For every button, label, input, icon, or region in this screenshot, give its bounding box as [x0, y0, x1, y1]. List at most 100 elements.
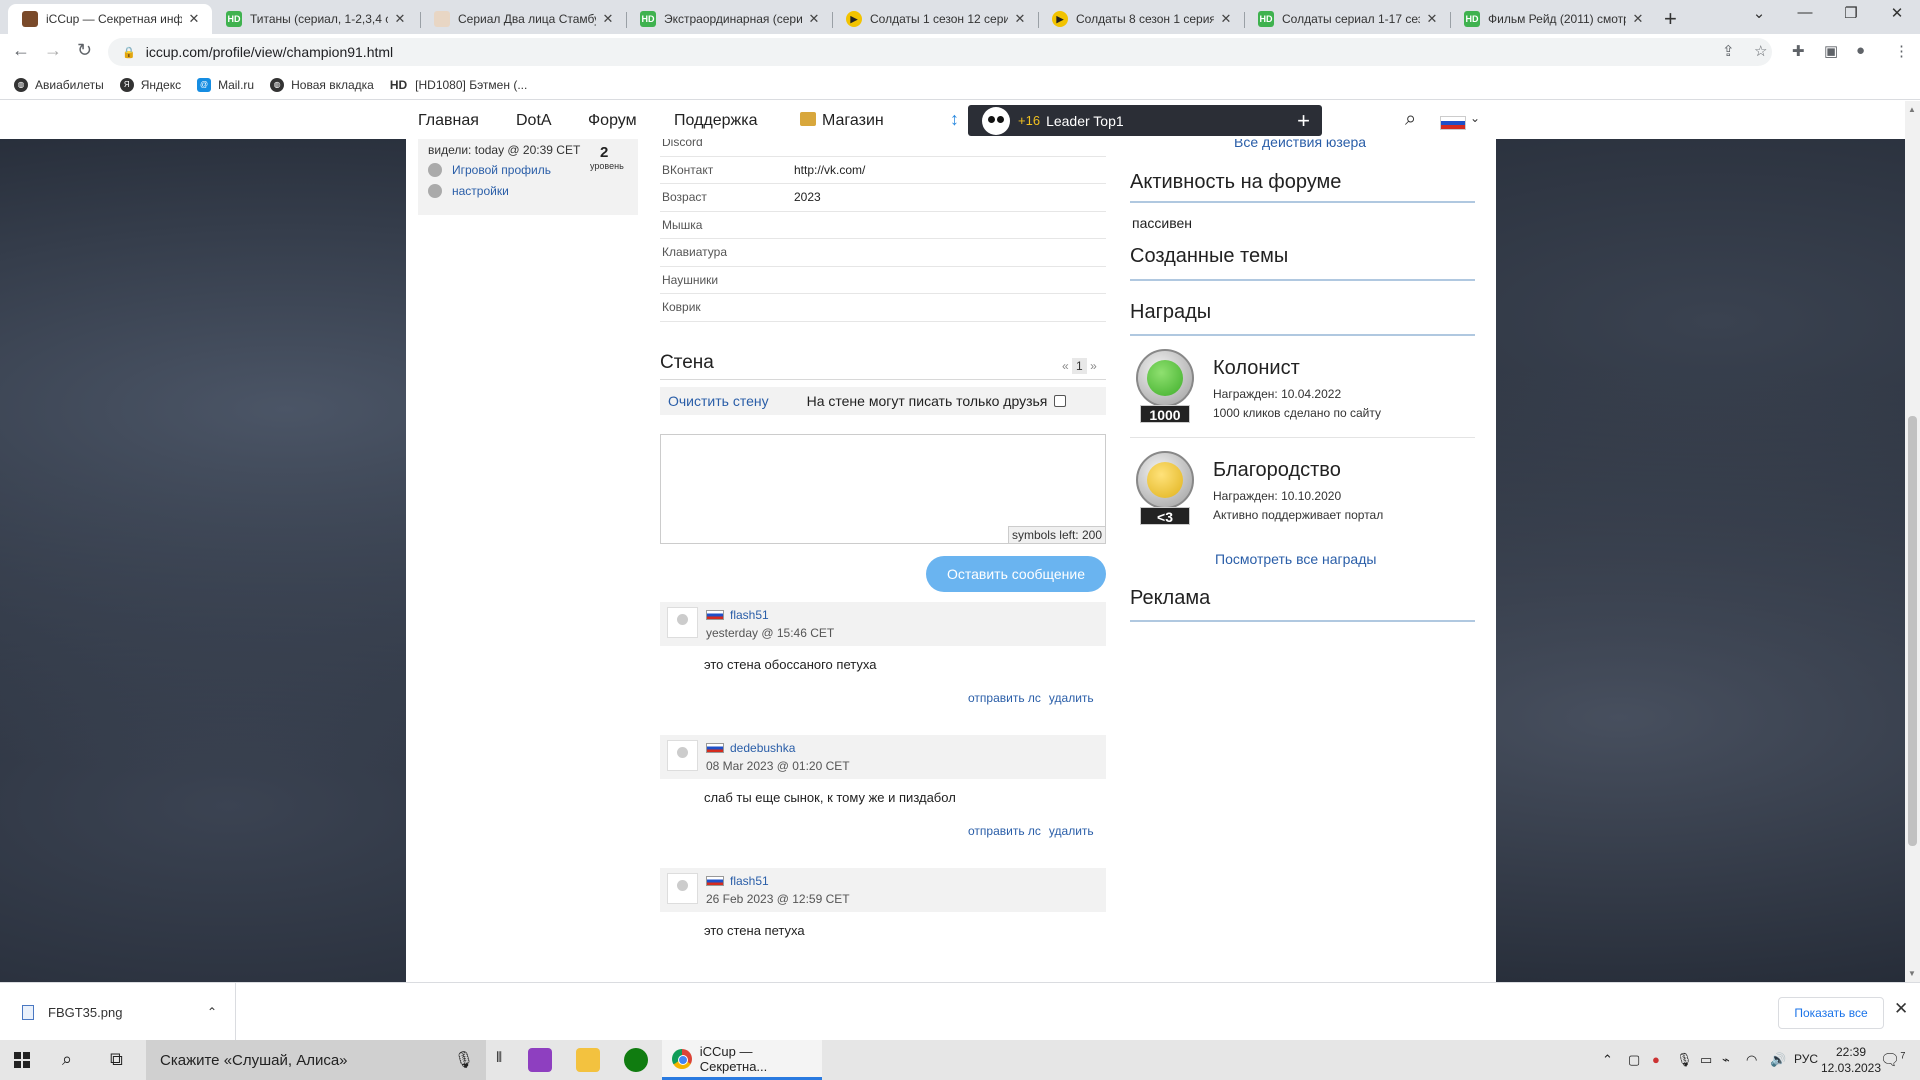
chevron-down-icon[interactable]: ⌄: [1470, 111, 1480, 125]
clear-wall-link[interactable]: Очистить стену: [668, 393, 769, 409]
search-icon[interactable]: ⌕: [62, 1049, 72, 1070]
settings-link[interactable]: настройки: [428, 184, 509, 198]
tab-ekstraordinarnaya[interactable]: HD Экстраординарная (сери ✕: [626, 4, 832, 34]
friends-only-checkbox[interactable]: [1054, 395, 1067, 407]
delete-link[interactable]: удалить: [1049, 691, 1094, 705]
pager-current[interactable]: 1: [1072, 358, 1087, 374]
pager-next[interactable]: »: [1090, 359, 1097, 373]
close-window-button[interactable]: ✕: [1874, 4, 1920, 22]
share-icon[interactable]: ⇪: [1722, 42, 1735, 60]
taskbar-clock[interactable]: 22:39 12.03.2023: [1816, 1044, 1886, 1076]
close-tab-icon[interactable]: ✕: [392, 11, 408, 27]
scroll-down-icon[interactable]: ▼: [1908, 969, 1916, 978]
swap-arrows-icon[interactable]: ↕: [950, 109, 959, 130]
delete-link[interactable]: удалить: [1049, 824, 1094, 838]
close-download-bar-icon[interactable]: ✕: [1894, 999, 1908, 1019]
nobility-award-icon[interactable]: <3: [1132, 451, 1198, 531]
view-all-awards-link[interactable]: Посмотреть все награды: [1215, 551, 1376, 567]
xbox-icon[interactable]: [624, 1048, 648, 1072]
pager-prev[interactable]: «: [1062, 359, 1069, 373]
file-explorer-icon[interactable]: [576, 1048, 600, 1072]
russia-flag-icon[interactable]: [1440, 116, 1466, 130]
usb-icon[interactable]: ⌁: [1722, 1052, 1730, 1068]
tab-soldaty-8[interactable]: ▶ Солдаты 8 сезон 1 серия ✕: [1038, 4, 1244, 34]
side-panel-icon[interactable]: ▣: [1824, 42, 1838, 60]
page-viewport: Главная DotA Форум Поддержка Магазин ↕ +…: [0, 101, 1905, 982]
close-tab-icon[interactable]: ✕: [1424, 11, 1440, 27]
bookmark-yandex[interactable]: Я Яндекс: [119, 77, 181, 92]
address-bar[interactable]: 🔒 iccup.com/profile/view/champion91.html: [108, 38, 1772, 66]
close-tab-icon[interactable]: ✕: [600, 11, 616, 27]
close-tab-icon[interactable]: ✕: [1218, 11, 1234, 27]
antivirus-icon[interactable]: ●: [1652, 1052, 1660, 1067]
microphone-icon[interactable]: 🎙: [454, 1050, 474, 1070]
windows-start-icon[interactable]: [14, 1052, 30, 1068]
menu-kebab-icon[interactable]: ⋮: [1894, 42, 1909, 60]
lock-icon[interactable]: 🔒: [122, 46, 136, 59]
instagram-pinned-icon[interactable]: [528, 1048, 552, 1072]
page-scrollbar[interactable]: ▲ ▼: [1905, 101, 1920, 982]
author-nick[interactable]: flash51: [730, 874, 769, 888]
alice-bars-icon[interactable]: ⦀: [496, 1049, 502, 1066]
send-pm-link[interactable]: отправить лс: [968, 691, 1041, 705]
battery-icon[interactable]: ▭: [1700, 1052, 1712, 1068]
chevron-up-icon[interactable]: ⌃: [207, 1005, 217, 1019]
maximize-button[interactable]: ❐: [1828, 4, 1874, 22]
bookmark-mailru[interactable]: @ Mail.ru: [197, 77, 254, 92]
bookmark-avia[interactable]: ◍ Авиабилеты: [14, 77, 104, 92]
avatar[interactable]: [667, 873, 698, 904]
nav-forum[interactable]: Форум: [588, 112, 637, 130]
nav-dota[interactable]: DotA: [516, 112, 552, 130]
bookmark-new-tab[interactable]: ◍ Новая вкладка: [270, 77, 374, 92]
bookmark-batman[interactable]: HD [HD1080] Бэтмен (...: [390, 78, 528, 92]
close-tab-icon[interactable]: ✕: [186, 11, 202, 27]
scrollbar-thumb[interactable]: [1908, 416, 1917, 846]
avatar[interactable]: [667, 607, 698, 638]
extensions-icon[interactable]: ✚: [1792, 42, 1805, 60]
tab-reid[interactable]: HD Фильм Рейд (2011) смотр ✕: [1450, 4, 1656, 34]
tab-soldaty-serial[interactable]: HD Солдаты сериал 1-17 сез ✕: [1244, 4, 1450, 34]
scroll-up-icon[interactable]: ▲: [1908, 105, 1916, 114]
nav-home[interactable]: Главная: [418, 112, 479, 130]
game-profile-link[interactable]: Игровой профиль: [428, 163, 551, 177]
bookmark-star-icon[interactable]: ☆: [1754, 42, 1767, 60]
avatar[interactable]: [667, 740, 698, 771]
nav-support[interactable]: Поддержка: [674, 112, 757, 130]
tab-iccup[interactable]: iCCup — Секретная инфо ✕: [8, 4, 212, 34]
tab-search-icon[interactable]: ⌄: [1736, 4, 1782, 22]
plus-icon[interactable]: +: [1297, 108, 1310, 134]
taskbar-chrome-button[interactable]: iCCup — Секретна...: [662, 1040, 822, 1080]
author-nick[interactable]: dedebushka: [730, 741, 795, 755]
alice-search-box[interactable]: Скажите «Слушай, Алиса» 🎙: [146, 1040, 486, 1080]
new-tab-button[interactable]: +: [1664, 6, 1677, 32]
tab-titany[interactable]: HD Титаны (сериал, 1-2,3,4 се ✕: [212, 4, 418, 34]
tab-dva-litsa[interactable]: Сериал Два лица Стамбу ✕: [420, 4, 626, 34]
post-message-button[interactable]: Оставить сообщение: [926, 556, 1106, 592]
back-icon[interactable]: ←: [12, 40, 30, 61]
input-language[interactable]: РУС: [1794, 1052, 1818, 1066]
profile-avatar-icon[interactable]: ●: [1856, 42, 1865, 59]
close-tab-icon[interactable]: ✕: [1630, 11, 1646, 27]
search-icon[interactable]: ⌕: [1405, 108, 1416, 131]
show-all-downloads-button[interactable]: Показать все: [1778, 997, 1884, 1029]
network-device-icon[interactable]: ▢: [1628, 1052, 1640, 1068]
reload-icon[interactable]: ↻: [77, 40, 92, 61]
volume-icon[interactable]: 🔊: [1770, 1052, 1786, 1068]
wifi-icon[interactable]: ◠: [1746, 1052, 1757, 1068]
send-pm-link[interactable]: отправить лс: [968, 824, 1041, 838]
tray-chevron-icon[interactable]: ⌃: [1602, 1052, 1613, 1068]
notification-center-icon[interactable]: 🗨7: [1880, 1050, 1905, 1070]
task-view-icon[interactable]: ⧉: [110, 1049, 123, 1070]
wall-message-input[interactable]: symbols left: 200: [660, 434, 1106, 544]
microphone-tray-icon[interactable]: 🎙: [1676, 1052, 1693, 1068]
minimize-button[interactable]: —: [1782, 4, 1828, 21]
close-tab-icon[interactable]: ✕: [806, 11, 822, 27]
nav-shop[interactable]: Магазин: [800, 112, 884, 130]
author-nick[interactable]: flash51: [730, 608, 769, 622]
download-item[interactable]: FBGT35.png ⌃: [0, 983, 236, 1041]
close-tab-icon[interactable]: ✕: [1012, 11, 1028, 27]
colonist-award-icon[interactable]: 1000: [1132, 349, 1198, 429]
tab-soldaty-1[interactable]: ▶ Солдаты 1 сезон 12 серия ✕: [832, 4, 1038, 34]
forward-icon[interactable]: →: [44, 40, 62, 61]
leader-widget[interactable]: +16 Leader Top1 +: [968, 105, 1322, 136]
